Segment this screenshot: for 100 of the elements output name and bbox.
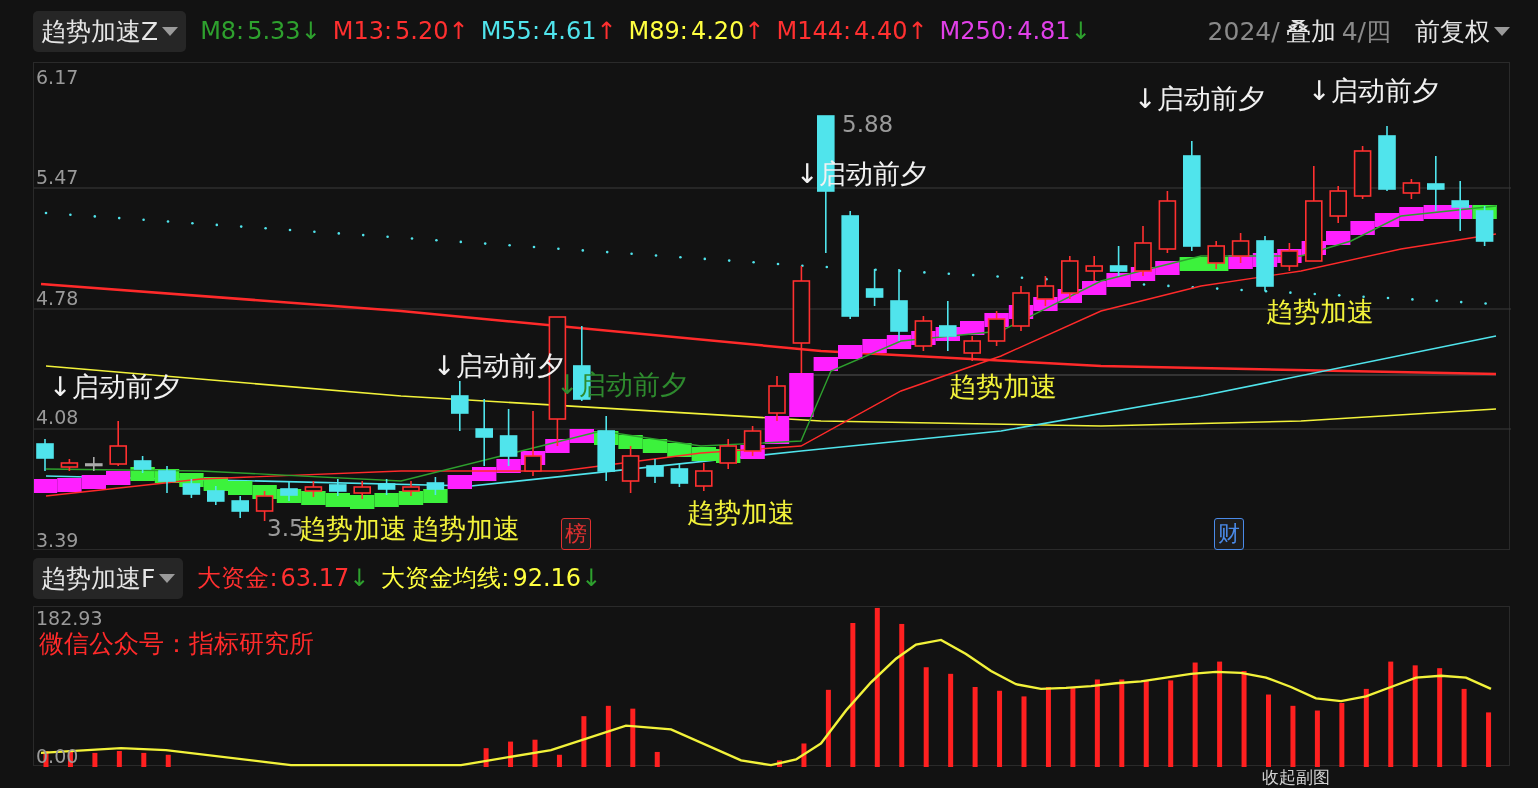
trend-step: [81, 475, 106, 489]
trend-arrow: ↑: [744, 17, 765, 45]
candlestick: [1329, 185, 1347, 224]
candlestick: [939, 300, 957, 352]
adjust-dropdown[interactable]: 前复权: [1415, 14, 1510, 48]
high-price-label: 5.88: [842, 111, 894, 137]
trend-arrow: ↓: [300, 17, 321, 45]
trend-arrow: ↓: [581, 564, 602, 592]
reading-value: 92.16: [512, 564, 582, 592]
average-value: 5.33: [247, 17, 301, 45]
indicator-dropdown[interactable]: 趋势加速F: [33, 557, 184, 599]
axis-tick-label: 182.93: [36, 607, 103, 629]
candlestick: [865, 268, 884, 307]
candlestick: [597, 415, 615, 482]
candlestick: [1158, 190, 1177, 254]
trend-arrow: ↑: [596, 17, 617, 45]
trend-step: [374, 493, 399, 507]
trend-arrow: ↑: [907, 17, 928, 45]
date-text: 4/四: [1341, 15, 1391, 48]
average-label: M250:: [939, 17, 1015, 45]
axis-tick-label: 4.78: [36, 287, 79, 309]
average-label: M89:: [628, 17, 688, 45]
candlestick: [1207, 240, 1225, 270]
reading-value: 63.17: [280, 564, 350, 592]
average-value: 4.81: [1017, 17, 1071, 45]
candlestick: [1451, 180, 1469, 232]
candlestick: [1402, 178, 1421, 200]
candlestick: [1134, 225, 1152, 277]
axis-tick-label: 3.39: [36, 529, 79, 551]
candlestick: [499, 408, 518, 467]
candlestick: [1036, 275, 1055, 307]
overlay-dropdown[interactable]: 叠加: [1285, 14, 1336, 48]
caret-icon: [162, 26, 179, 36]
trend-step: [1350, 221, 1375, 235]
average-value: 4.40: [854, 17, 908, 45]
trend-label: 趋势加速: [1266, 295, 1374, 329]
average-label: M55:: [480, 17, 540, 45]
trend-step: [325, 493, 350, 507]
signal-label: ↓启动前夕: [49, 370, 180, 404]
signal-label: ↓启动前夕: [1134, 82, 1265, 116]
candlestick: [182, 478, 201, 499]
average-value: 4.61: [543, 17, 597, 45]
average-label: M8:: [200, 17, 245, 45]
trend-step: [1326, 231, 1351, 245]
indicator-dropdown[interactable]: 趋势加速Z: [33, 10, 187, 52]
trend-step: [862, 339, 887, 353]
candlestick: [426, 476, 445, 496]
candlestick: [402, 480, 420, 497]
candlestick: [1427, 155, 1445, 212]
average-value: 4.20: [690, 17, 745, 45]
candlestick: [1353, 145, 1372, 200]
candlestick: [475, 398, 493, 467]
event-marker: 榜: [561, 518, 591, 550]
candlestick: [987, 310, 1006, 347]
date-text: 2024/: [1207, 16, 1280, 46]
trend-label: 趋势加速: [949, 370, 1057, 404]
trend-step: [57, 478, 82, 492]
trend-step: [228, 481, 253, 495]
signal-label: ↓启动前夕: [1308, 74, 1439, 108]
trend-arrow: ↓: [1070, 17, 1091, 45]
reading-label: 大资金:: [197, 564, 278, 592]
candlestick: [60, 458, 79, 472]
trend-step: [350, 495, 375, 509]
candlestick: [1231, 232, 1250, 264]
axis-tick-label: 5.47: [36, 166, 79, 188]
candlestick: [304, 480, 323, 498]
caret-icon: [159, 573, 176, 583]
candlestick: [109, 420, 127, 467]
candlestick: [231, 495, 249, 519]
candlestick: [743, 425, 762, 457]
trend-step: [618, 435, 643, 449]
reading-label: 大资金均线:: [381, 564, 510, 592]
candlestick: [670, 462, 689, 488]
average-value: 5.20: [395, 17, 449, 45]
candlestick: [353, 480, 371, 500]
candlestick: [36, 438, 54, 472]
trend-label: 趋势加速: [687, 496, 795, 530]
event-marker: 财: [1214, 518, 1244, 550]
collapse-button[interactable]: 收起副图: [1262, 766, 1330, 788]
candlestick: [280, 480, 298, 502]
candlestick: [1061, 255, 1079, 300]
candlestick: [1475, 205, 1494, 247]
candlestick: [1012, 285, 1030, 332]
trend-step: [838, 345, 863, 359]
candlestick: [524, 410, 542, 477]
candlestick: [1085, 255, 1103, 282]
candlestick: [451, 380, 469, 432]
candlestick: [1280, 242, 1299, 272]
candlestick: [1378, 125, 1396, 192]
average-label: M13:: [332, 17, 393, 45]
trend-step: [447, 475, 472, 489]
candlestick: [695, 462, 713, 492]
candlestick: [1256, 235, 1274, 292]
indicator-note: 微信公众号：指标研究所: [39, 628, 314, 660]
candlestick: [963, 335, 981, 362]
candlestick: [329, 478, 347, 497]
caret-icon: [1494, 26, 1510, 36]
candlestick: [1109, 245, 1128, 277]
trend-step: [813, 357, 838, 371]
trend-step: [960, 321, 985, 335]
